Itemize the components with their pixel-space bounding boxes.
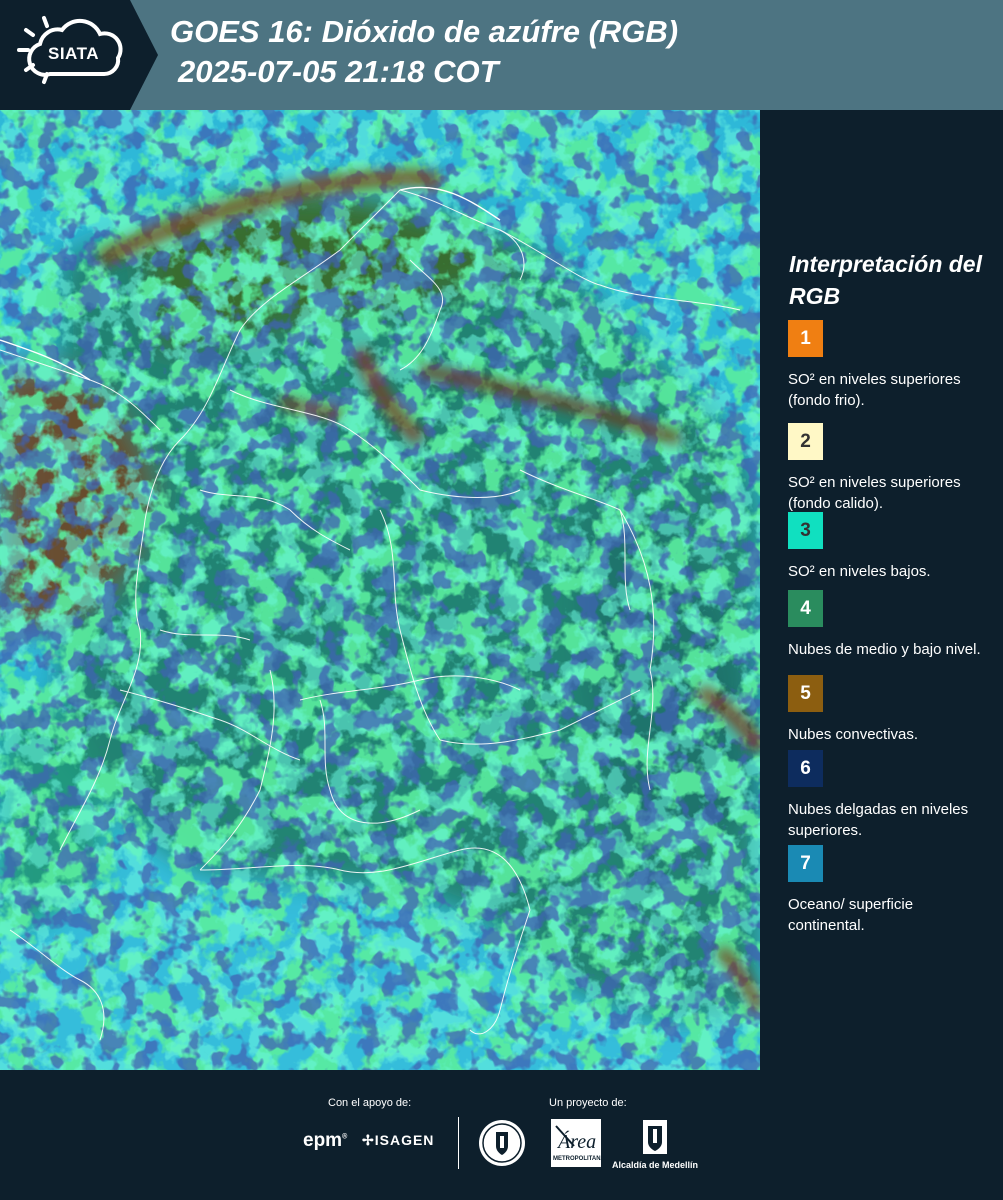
legend-description: SO² en niveles superiores (fondo calido)…: [788, 474, 961, 512]
legend-panel: Interpretación del RGB 1 SO² en niveles s…: [760, 110, 1003, 1070]
footer: Con el apoyo de: Un proyecto de: epm® ✢I…: [0, 1070, 1003, 1200]
legend-title: Interpretación del RGB: [789, 251, 982, 309]
legend-swatch: 3: [788, 512, 823, 549]
alcaldia-crest-icon: [640, 1118, 670, 1163]
medellin-seal-logo: [477, 1118, 527, 1173]
legend-item: 6 Nubes delgadas en niveles superiores.: [788, 750, 993, 841]
legend-item: 7 Oceano/ superficie continental.: [788, 845, 993, 936]
legend-item: 3 SO² en niveles bajos.: [788, 512, 993, 582]
siata-logo: SIATA: [0, 0, 160, 110]
isagen-logo-text: ISAGEN: [374, 1132, 435, 1148]
legend-swatch: 5: [788, 675, 823, 712]
page-title: GOES 16: Dióxido de azúfre (RGB): [170, 14, 679, 49]
legend-description: Oceano/ superficie continental.: [788, 896, 914, 934]
header-bar: SIATA GOES 16: Dióxido de azúfre (RGB) 2…: [0, 0, 1003, 110]
satellite-map[interactable]: [0, 110, 760, 1070]
support-label: Con el apoyo de:: [328, 1097, 412, 1109]
area-metropolitana-logo: Área METROPOLITANA: [550, 1118, 605, 1173]
alcaldia-text: Alcaldía de Medellín: [612, 1160, 699, 1170]
legend-swatch: 1: [788, 320, 823, 357]
legend-description: Nubes de medio y bajo nivel.: [788, 641, 981, 658]
legend-description: Nubes convectivas.: [788, 726, 919, 743]
legend-item: 2 SO² en niveles superiores (fondo calido…: [788, 423, 993, 514]
legend-description: Nubes delgadas en niveles superiores.: [788, 801, 969, 839]
logo-text: SIATA: [48, 44, 99, 63]
legend-swatch: 4: [788, 590, 823, 627]
legend-swatch: 6: [788, 750, 823, 787]
epm-logo: epm®: [303, 1130, 348, 1151]
timestamp-title: 2025-07-05 21:18 COT: [178, 54, 499, 89]
area-metropolitana-text: METROPOLITANA: [553, 1156, 605, 1162]
legend-description: SO² en niveles bajos.: [788, 563, 931, 580]
isagen-mark-icon: ✢: [362, 1132, 375, 1148]
legend-description: SO² en niveles superiores (fondo frio).: [788, 371, 961, 409]
footer-divider: [458, 1117, 459, 1169]
legend-swatch: 7: [788, 845, 823, 882]
legend-swatch: 2: [788, 423, 823, 460]
epm-logo-text: epm: [303, 1130, 343, 1151]
legend-item: 5 Nubes convectivas.: [788, 675, 993, 745]
isagen-logo: ✢ISAGEN: [362, 1132, 434, 1149]
project-label: Un proyecto de:: [549, 1097, 627, 1109]
legend-item: 1 SO² en niveles superiores (fondo frio).: [788, 320, 993, 411]
legend-item: 4 Nubes de medio y bajo nivel.: [788, 590, 993, 660]
